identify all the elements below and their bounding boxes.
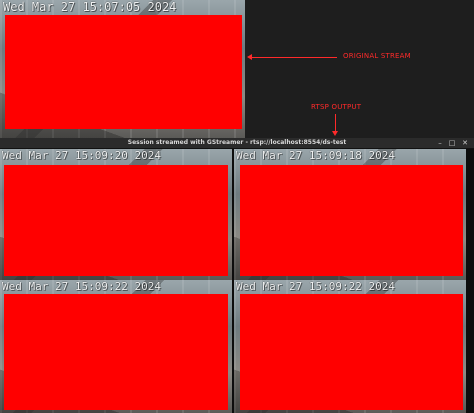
- stream-tile-red-overlay: [4, 294, 228, 410]
- stream-tile: Wed Mar 27 15:09:22 2024: [0, 280, 232, 413]
- original-stream-label: ORIGINAL STREAM: [343, 52, 411, 60]
- stream-tile-red-overlay: [4, 165, 228, 276]
- rtsp-output-arrow: [332, 114, 338, 136]
- stream-tile: Wed Mar 27 15:09:20 2024: [0, 148, 232, 280]
- maximize-button[interactable]: □: [448, 139, 456, 147]
- original-stream-arrow: [247, 54, 337, 60]
- annotation-panel: [245, 0, 474, 138]
- stream-tile: Wed Mar 27 15:09:18 2024: [234, 148, 466, 280]
- close-button[interactable]: ✕: [461, 139, 469, 147]
- stream-tile-timestamp: Wed Mar 27 15:09:18 2024: [236, 149, 395, 162]
- stream-tile-red-overlay: [240, 294, 463, 410]
- player-window-titlebar[interactable]: Session streamed with GStreamer - rtsp:/…: [0, 138, 474, 149]
- player-window-title: Session streamed with GStreamer - rtsp:/…: [127, 139, 347, 146]
- original-stream-timestamp: Wed Mar 27 15:07:05 2024: [3, 0, 177, 14]
- stream-tile-timestamp: Wed Mar 27 15:09:20 2024: [2, 149, 161, 162]
- stream-tile-timestamp: Wed Mar 27 15:09:22 2024: [236, 280, 395, 293]
- minimize-button[interactable]: –: [436, 139, 444, 147]
- rtsp-output-label: RTSP OUTPUT: [311, 103, 362, 111]
- stream-tile: Wed Mar 27 15:09:22 2024: [234, 280, 466, 413]
- original-stream-video: Wed Mar 27 15:07:05 2024: [0, 0, 245, 138]
- original-stream-red-overlay: [5, 15, 242, 129]
- player-window-content: Wed Mar 27 15:09:20 2024 Wed Mar 27 15:0…: [0, 148, 474, 413]
- stream-tile-red-overlay: [240, 165, 463, 276]
- stream-tile-timestamp: Wed Mar 27 15:09:22 2024: [2, 280, 161, 293]
